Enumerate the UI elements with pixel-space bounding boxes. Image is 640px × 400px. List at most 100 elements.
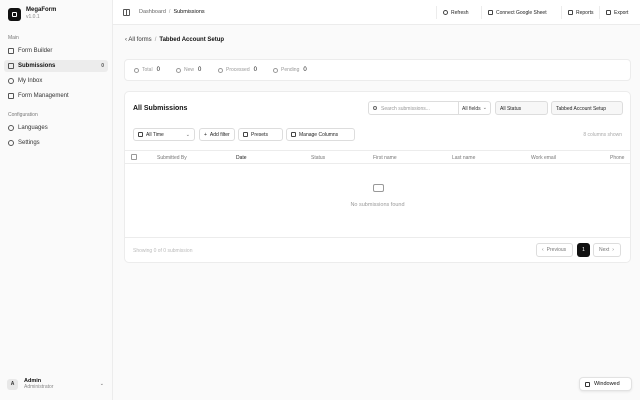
breadcrumb-dashboard[interactable]: Dashboard: [139, 9, 166, 15]
sidebar-item-form-builder[interactable]: Form Builder: [4, 45, 108, 57]
sidebar-toggle-icon[interactable]: [123, 9, 130, 16]
next-page-button[interactable]: Next ›: [593, 243, 621, 257]
select-all-checkbox[interactable]: [131, 154, 137, 160]
stat-value: 0: [253, 67, 257, 73]
topbar: Dashboard / Submissions Refresh Connect Go…: [113, 0, 640, 25]
brand-version: v1.0.1: [26, 14, 40, 20]
form-select[interactable]: Tabbed Account Setup: [551, 101, 623, 115]
empty-state-text: No submissions found: [350, 202, 405, 208]
check-icon: [218, 67, 223, 73]
stats-bar: Total 0 New 0 Processed 0 Pending 0: [124, 59, 631, 81]
inbox-icon: [372, 184, 384, 192]
user-menu[interactable]: A Admin Administrator ⌄: [4, 375, 108, 393]
form-icon: [8, 48, 14, 54]
user-role: Administrator: [24, 384, 54, 390]
stat-label: New: [184, 67, 195, 73]
sidebar-item-languages[interactable]: Languages: [4, 122, 108, 134]
column-header-submitted-by[interactable]: Submitted By: [157, 155, 187, 161]
search-box: Search submissions... All fields ⌄: [368, 101, 491, 115]
sidebar-item-label: My Inbox: [18, 78, 43, 84]
chevron-left-icon[interactable]: ‹: [125, 37, 127, 43]
form-title: Tabbed Account Setup: [159, 37, 225, 43]
time-filter-button[interactable]: All Time ⌄: [133, 128, 195, 141]
refresh-icon: [443, 10, 448, 15]
chevron-down-icon: ⌄: [99, 381, 104, 387]
clock-icon: [176, 67, 181, 73]
sidebar: MegaForm v1.0.1 Main Form Builder Submis…: [0, 0, 113, 400]
previous-page-button[interactable]: ‹ Previous: [536, 243, 573, 257]
stat-value: 0: [198, 67, 202, 73]
columns-icon: [291, 132, 296, 137]
column-header-last-name[interactable]: Last name: [452, 155, 475, 161]
sidebar-item-label: Languages: [18, 125, 48, 131]
column-header-work-email[interactable]: Work email: [531, 155, 556, 161]
refresh-label: Refresh: [451, 9, 469, 16]
stat-label: Processed: [226, 67, 250, 73]
column-header-date[interactable]: Date: [236, 155, 247, 161]
submissions-card: All Submissions Search submissions... Al…: [124, 91, 631, 263]
sidebar-item-label: Settings: [18, 140, 40, 146]
hourglass-icon: [273, 67, 278, 73]
brand-name: MegaForm: [26, 7, 57, 13]
gear-icon: [8, 140, 14, 146]
sidebar-item-form-management[interactable]: Form Management: [4, 90, 108, 102]
manage-columns-button[interactable]: Manage Columns: [286, 128, 355, 141]
sidebar-item-settings[interactable]: Settings: [4, 137, 108, 149]
page-1-button[interactable]: 1: [577, 243, 590, 257]
empty-state: No submissions found: [125, 164, 630, 238]
connect-google-sheet-label: Connect Google Sheet: [496, 9, 547, 16]
stat-value: 0: [303, 67, 307, 73]
logo-icon: [8, 7, 21, 21]
search-icon: [373, 106, 377, 110]
chevron-left-icon: ‹: [542, 247, 544, 253]
calendar-icon: [138, 132, 143, 137]
form-header: ‹ All forms / Tabbed Account Setup: [125, 37, 224, 43]
previous-label: Previous: [546, 247, 567, 253]
pagination-info: Showing 0 of 0 submission: [133, 248, 193, 254]
avatar: A: [7, 378, 18, 390]
export-label: Export: [614, 9, 629, 16]
stat-processed: Processed 0: [218, 67, 257, 73]
section-label-configuration: Configuration: [8, 112, 38, 118]
download-icon: [606, 10, 611, 15]
stat-value: 0: [156, 67, 160, 73]
column-header-phone[interactable]: Phone: [610, 155, 624, 161]
folder-icon: [8, 93, 14, 99]
filter-bar: All Time ⌄ + Add filter Presets Manage Col…: [125, 127, 630, 143]
next-label: Next: [599, 247, 610, 253]
chart-icon: [568, 10, 573, 15]
sheet-icon: [488, 10, 493, 15]
stat-pending: Pending 0: [273, 67, 307, 73]
plus-icon: +: [204, 131, 207, 138]
sidebar-item-label: Submissions: [18, 63, 56, 69]
bookmark-icon: [243, 132, 248, 137]
columns-shown-text: 8 columns shown: [583, 132, 622, 138]
breadcrumb-current: Submissions: [173, 9, 205, 15]
column-header-first-name[interactable]: First name: [373, 155, 397, 161]
divider: [458, 102, 459, 114]
back-to-forms-link[interactable]: All forms: [128, 37, 151, 43]
submissions-count-badge: 0: [101, 63, 104, 69]
add-filter-button[interactable]: + Add filter: [199, 128, 235, 141]
search-field-select[interactable]: All fields: [462, 106, 481, 112]
reports-label: Reports: [576, 9, 594, 16]
refresh-button[interactable]: Refresh: [436, 6, 469, 19]
reports-button[interactable]: Reports: [561, 6, 594, 19]
sidebar-item-submissions[interactable]: Submissions 0: [4, 60, 108, 72]
presets-button[interactable]: Presets: [238, 128, 283, 141]
time-filter-label: All Time: [146, 131, 164, 138]
sidebar-item-my-inbox[interactable]: My Inbox: [4, 75, 108, 87]
presets-label: Presets: [251, 131, 268, 138]
windowed-button[interactable]: Windowed: [579, 377, 632, 391]
stat-total: Total 0: [134, 67, 160, 73]
status-select[interactable]: All Status: [495, 101, 548, 115]
search-input[interactable]: Search submissions...: [381, 106, 430, 112]
card-title: All Submissions: [133, 105, 188, 112]
add-filter-label: Add filter: [209, 131, 230, 138]
export-button[interactable]: Export: [599, 6, 628, 19]
window-icon: [585, 381, 590, 387]
stat-new: New 0: [176, 67, 201, 73]
chevron-right-icon: ›: [612, 247, 614, 253]
connect-google-sheet-button[interactable]: Connect Google Sheet: [481, 6, 547, 19]
column-header-status[interactable]: Status: [311, 155, 325, 161]
